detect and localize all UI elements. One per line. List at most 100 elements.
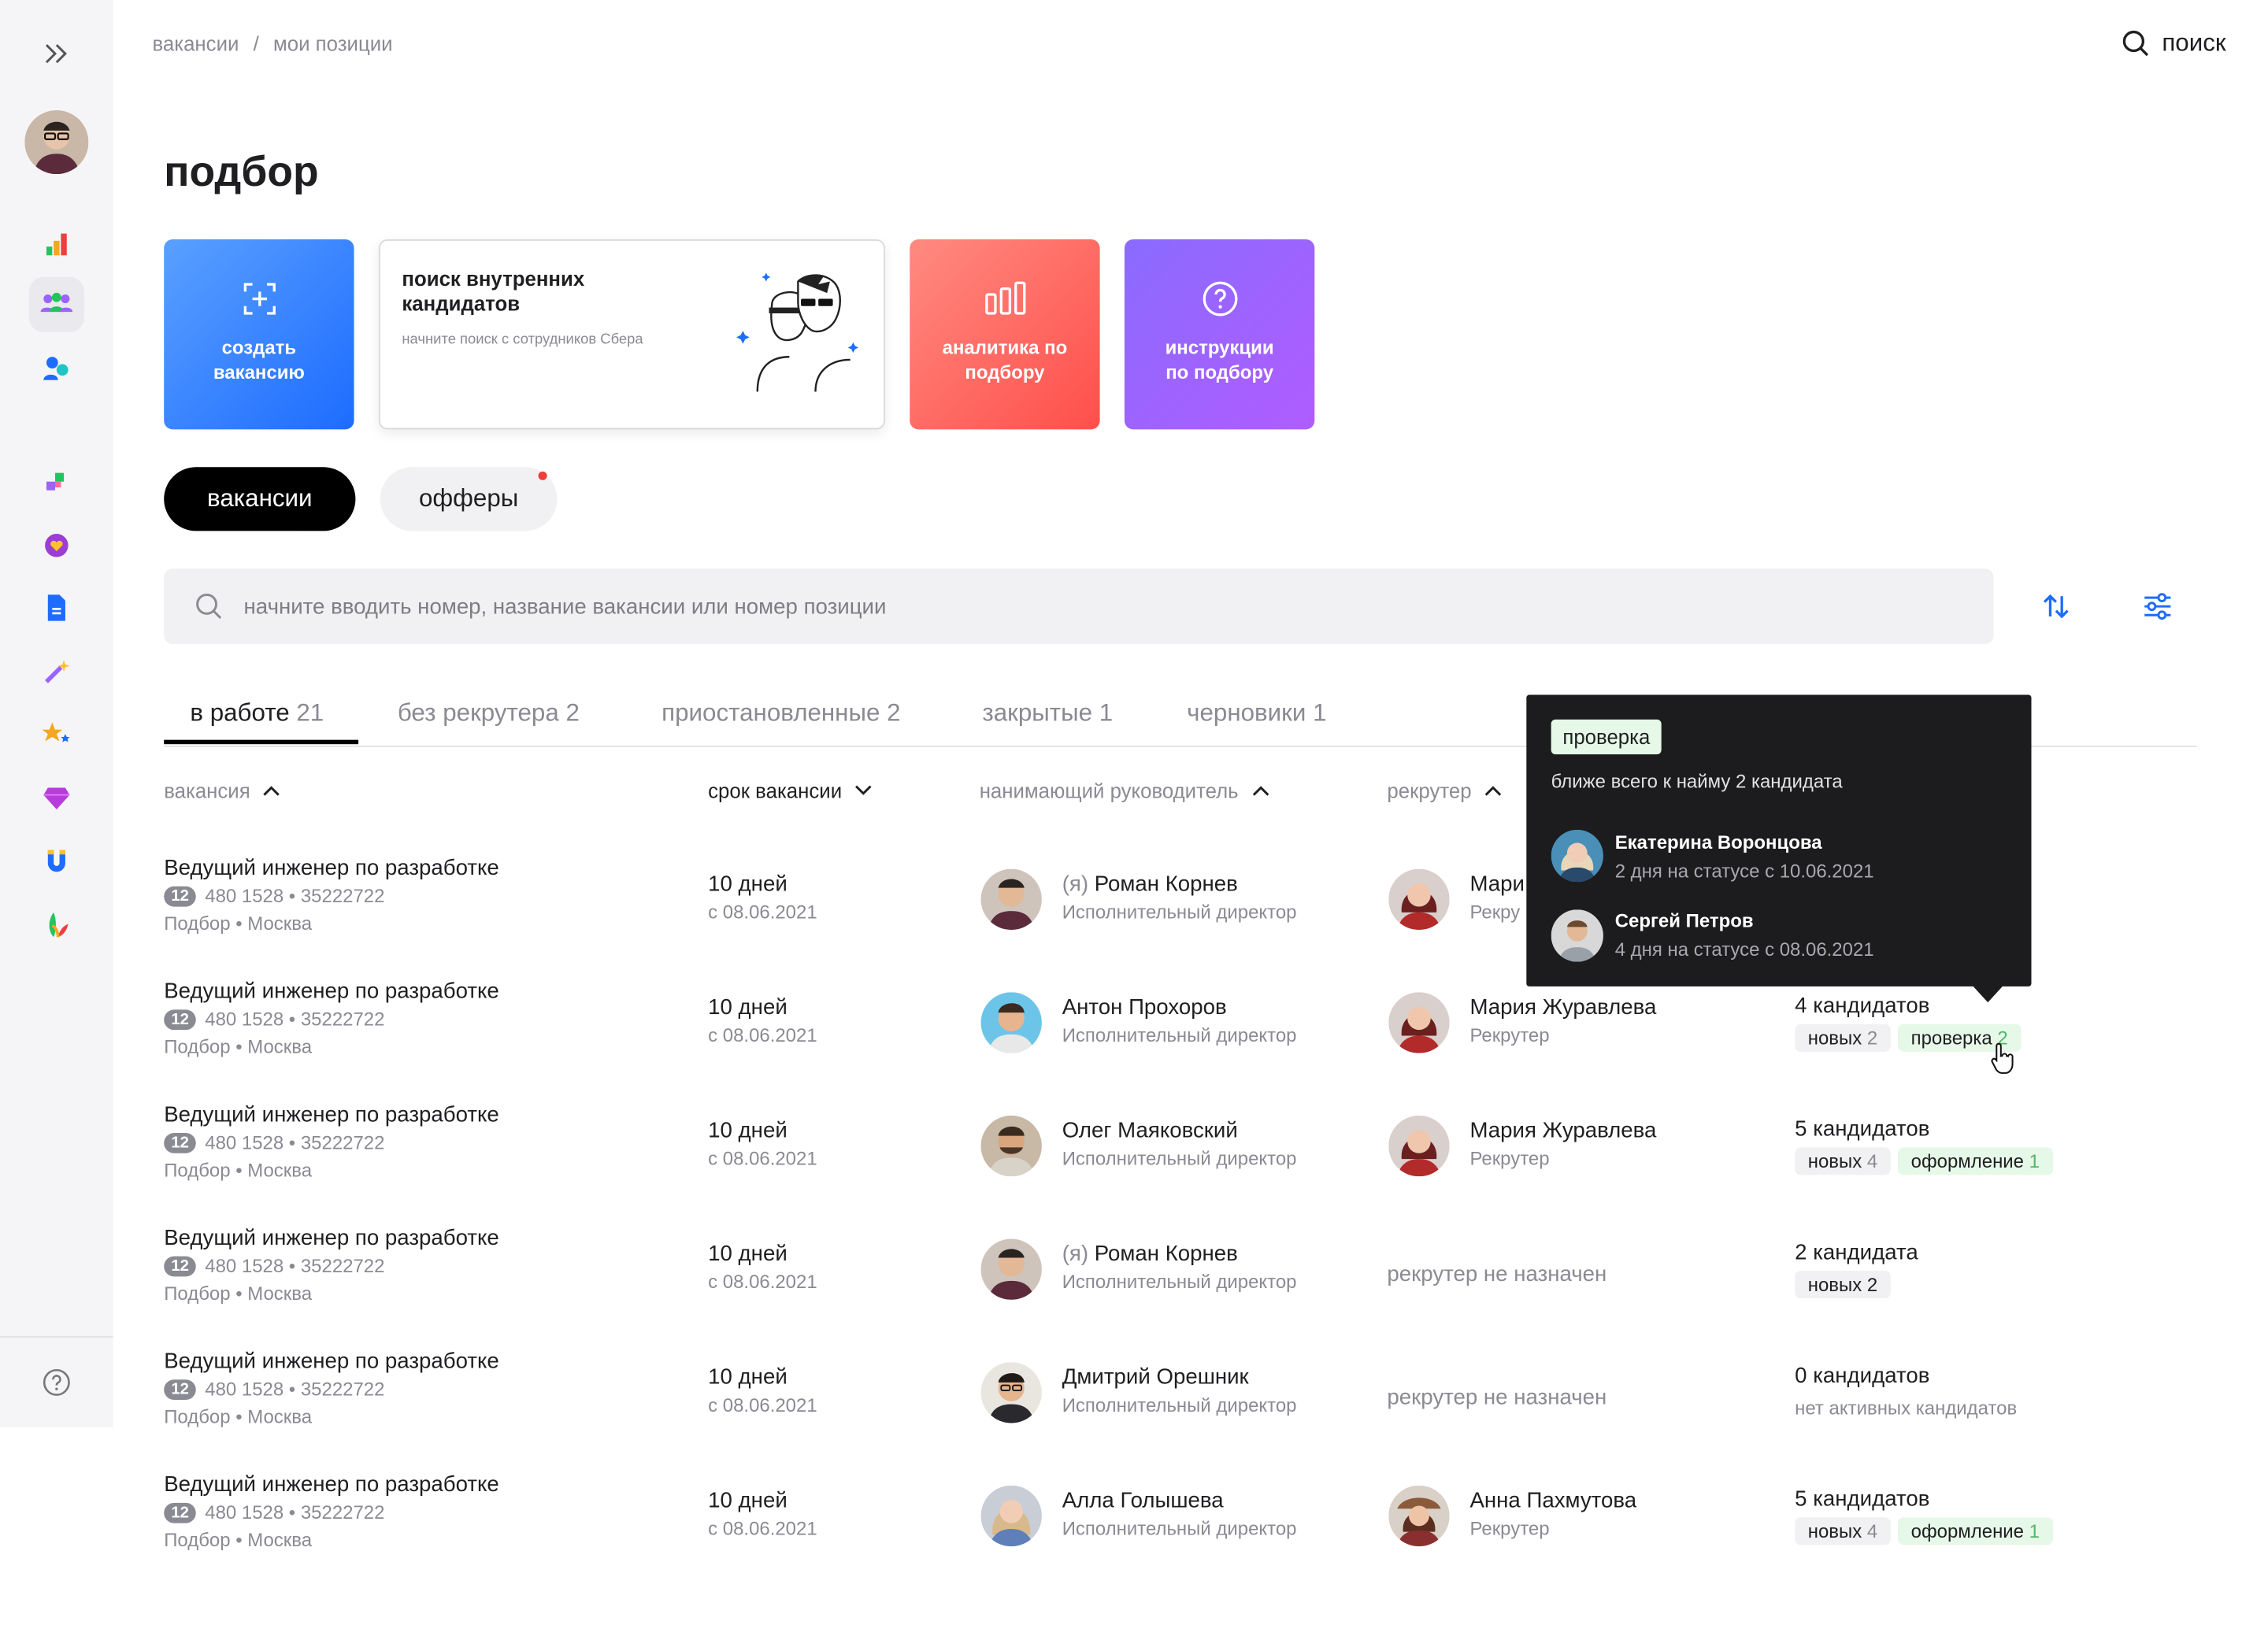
diamond-icon[interactable] (29, 770, 84, 825)
segment-offers[interactable]: офферы (380, 467, 558, 531)
recruiter-name: Мари (1469, 872, 1525, 897)
column-recruiter[interactable]: рекрутер (1387, 779, 1503, 802)
candidates-count[interactable]: 0 кандидатов (1795, 1364, 1929, 1388)
tab-drafts[interactable]: черновики 1 (1187, 699, 1326, 728)
header-search-button[interactable]: поиск (2122, 29, 2226, 58)
table-row[interactable]: Ведущий инженер по разработке 12 480 1528… (0, 1226, 2268, 1349)
chevron-up-icon (264, 786, 280, 796)
status-chips: новых 4 оформление 1 (1795, 1147, 2053, 1175)
heart-icon[interactable] (29, 518, 84, 573)
avatar (980, 1485, 1042, 1547)
breadcrumb: вакансии / мои позиции (152, 32, 401, 55)
column-label: вакансия (164, 779, 250, 802)
column-term[interactable]: срок вакансии (708, 779, 874, 802)
breadcrumb-my-positions[interactable]: мои позиции (273, 32, 393, 55)
chip-label: новых (1807, 1150, 1862, 1172)
add-frame-icon (243, 283, 275, 315)
sort-icon[interactable] (2040, 590, 2073, 630)
tab-no-recruiter[interactable]: без рекрутера 2 (398, 699, 580, 728)
candidates-count[interactable]: 4 кандидатов (1795, 994, 1929, 1018)
term-value: 10 дней (708, 1364, 788, 1390)
column-manager[interactable]: нанимающий руководитель (979, 779, 1270, 802)
avatar (1388, 992, 1450, 1053)
term-since: с 08.06.2021 (708, 901, 817, 923)
tooltip-candidate-name[interactable]: Сергей Петров (1615, 909, 1754, 931)
tab-active-indicator (164, 739, 359, 745)
tab-paused[interactable]: приостановленные 2 (662, 699, 900, 728)
tab-label: без рекрутера (397, 699, 559, 727)
breadcrumb-vacancies[interactable]: вакансии (152, 32, 239, 55)
stars-icon[interactable] (29, 706, 84, 761)
vacancy-title[interactable]: Ведущий инженер по разработке (164, 856, 499, 880)
expand-icon[interactable] (29, 26, 84, 81)
vacancy-number: 480 1528 • 35222722 (205, 1254, 385, 1277)
document-icon[interactable] (29, 580, 84, 635)
self-marker: (я) (1062, 1242, 1089, 1267)
instructions-label: инструкции по подбору (1165, 336, 1274, 383)
status-chip-new[interactable]: новых 4 (1795, 1517, 1891, 1545)
vacancy-title[interactable]: Ведущий инженер по разработке (164, 1472, 499, 1497)
analytics-card[interactable]: аналитика по подбору (910, 239, 1100, 430)
table-row[interactable]: Ведущий инженер по разработке 12 480 1528… (0, 1102, 2268, 1226)
tooltip-candidate-name[interactable]: Екатерина Воронцова (1615, 831, 1822, 853)
page-title: подбор (164, 149, 319, 196)
search-input[interactable] (240, 592, 1843, 620)
no-recruiter-text[interactable]: рекрутер не назначен (1387, 1386, 1606, 1410)
candidates-count[interactable]: 5 кандидатов (1795, 1487, 1929, 1512)
filter-icon[interactable] (2142, 590, 2174, 630)
internal-search-card[interactable]: поиск внутренних кандидатов начните поис… (378, 239, 885, 430)
status-chip-new[interactable]: новых 2 (1795, 1271, 1891, 1299)
vacancy-title[interactable]: Ведущий инженер по разработке (164, 979, 499, 1004)
vacancy-title[interactable]: Ведущий инженер по разработке (164, 1349, 499, 1374)
vacancy-title[interactable]: Ведущий инженер по разработке (164, 1102, 499, 1127)
tab-in-work[interactable]: в работе 21 (190, 699, 324, 728)
tab-label: закрытые (982, 699, 1093, 727)
breadcrumb-separator: / (253, 31, 259, 56)
people-icon[interactable] (29, 341, 84, 396)
analytics-label: аналитика по подбору (942, 336, 1068, 383)
tab-count: 1 (1313, 699, 1327, 727)
chevron-down-icon (855, 785, 873, 795)
analytics-icon[interactable] (29, 217, 84, 272)
avatar (1551, 829, 1603, 883)
avatar (1388, 1115, 1450, 1177)
search-icon (196, 593, 222, 619)
magic-icon[interactable] (29, 644, 84, 699)
internal-search-title: поиск внутренних кандидатов (402, 267, 585, 315)
manager-role: Исполнительный директор (1062, 1271, 1297, 1293)
table-row[interactable]: Ведущий инженер по разработке 12 480 1528… (0, 1349, 2268, 1473)
candidates-count[interactable]: 5 кандидатов (1795, 1117, 1929, 1142)
chip-label: проверка (1910, 1027, 1992, 1049)
search-icon (2122, 30, 2149, 57)
status-chips: новых 4 оформление 1 (1795, 1517, 2053, 1545)
avatar[interactable] (24, 110, 89, 175)
header-search-label: поиск (2162, 28, 2226, 57)
table-row[interactable]: Ведущий инженер по разработке 12 480 1528… (0, 979, 2268, 1103)
column-label: нанимающий руководитель (979, 779, 1239, 802)
no-recruiter-text[interactable]: рекрутер не назначен (1387, 1262, 1606, 1286)
create-vacancy-card[interactable]: создать вакансию (164, 239, 354, 430)
instructions-card[interactable]: инструкции по подбору (1124, 239, 1315, 430)
manager-name-text: Роман Корнев (1094, 872, 1238, 897)
term-value: 10 дней (708, 1488, 788, 1513)
table-row[interactable]: Ведущий инженер по разработке 12 480 1528… (0, 1472, 2268, 1596)
manager-name: (я) Роман Корнев (1062, 872, 1238, 896)
count-badge: 12 (164, 1501, 197, 1523)
vacancy-ids: 12 480 1528 • 35222722 (164, 1378, 384, 1400)
manager-name: (я) Роман Корнев (1062, 1242, 1238, 1266)
vacancy-title[interactable]: Ведущий инженер по разработке (164, 1226, 499, 1250)
tooltip-candidate-status: 4 дня на статусе с 08.06.2021 (1614, 938, 1874, 961)
status-chip-new[interactable]: новых 2 (1795, 1024, 1891, 1052)
status-chip-onboarding[interactable]: оформление 1 (1898, 1517, 2053, 1545)
team-icon[interactable] (28, 276, 84, 332)
search-bar (164, 568, 1994, 645)
manager-role: Исполнительный директор (1062, 1147, 1297, 1170)
tab-count: 21 (296, 699, 324, 727)
status-chip-onboarding[interactable]: оформление 1 (1898, 1147, 2053, 1175)
puzzle-icon[interactable] (29, 454, 84, 509)
column-vacancy[interactable]: вакансия (164, 779, 282, 802)
status-chip-new[interactable]: новых 4 (1795, 1147, 1891, 1175)
segment-vacancies[interactable]: вакансии (164, 467, 356, 531)
candidates-count[interactable]: 2 кандидата (1795, 1240, 1918, 1264)
tab-closed[interactable]: закрытые 1 (982, 699, 1113, 728)
